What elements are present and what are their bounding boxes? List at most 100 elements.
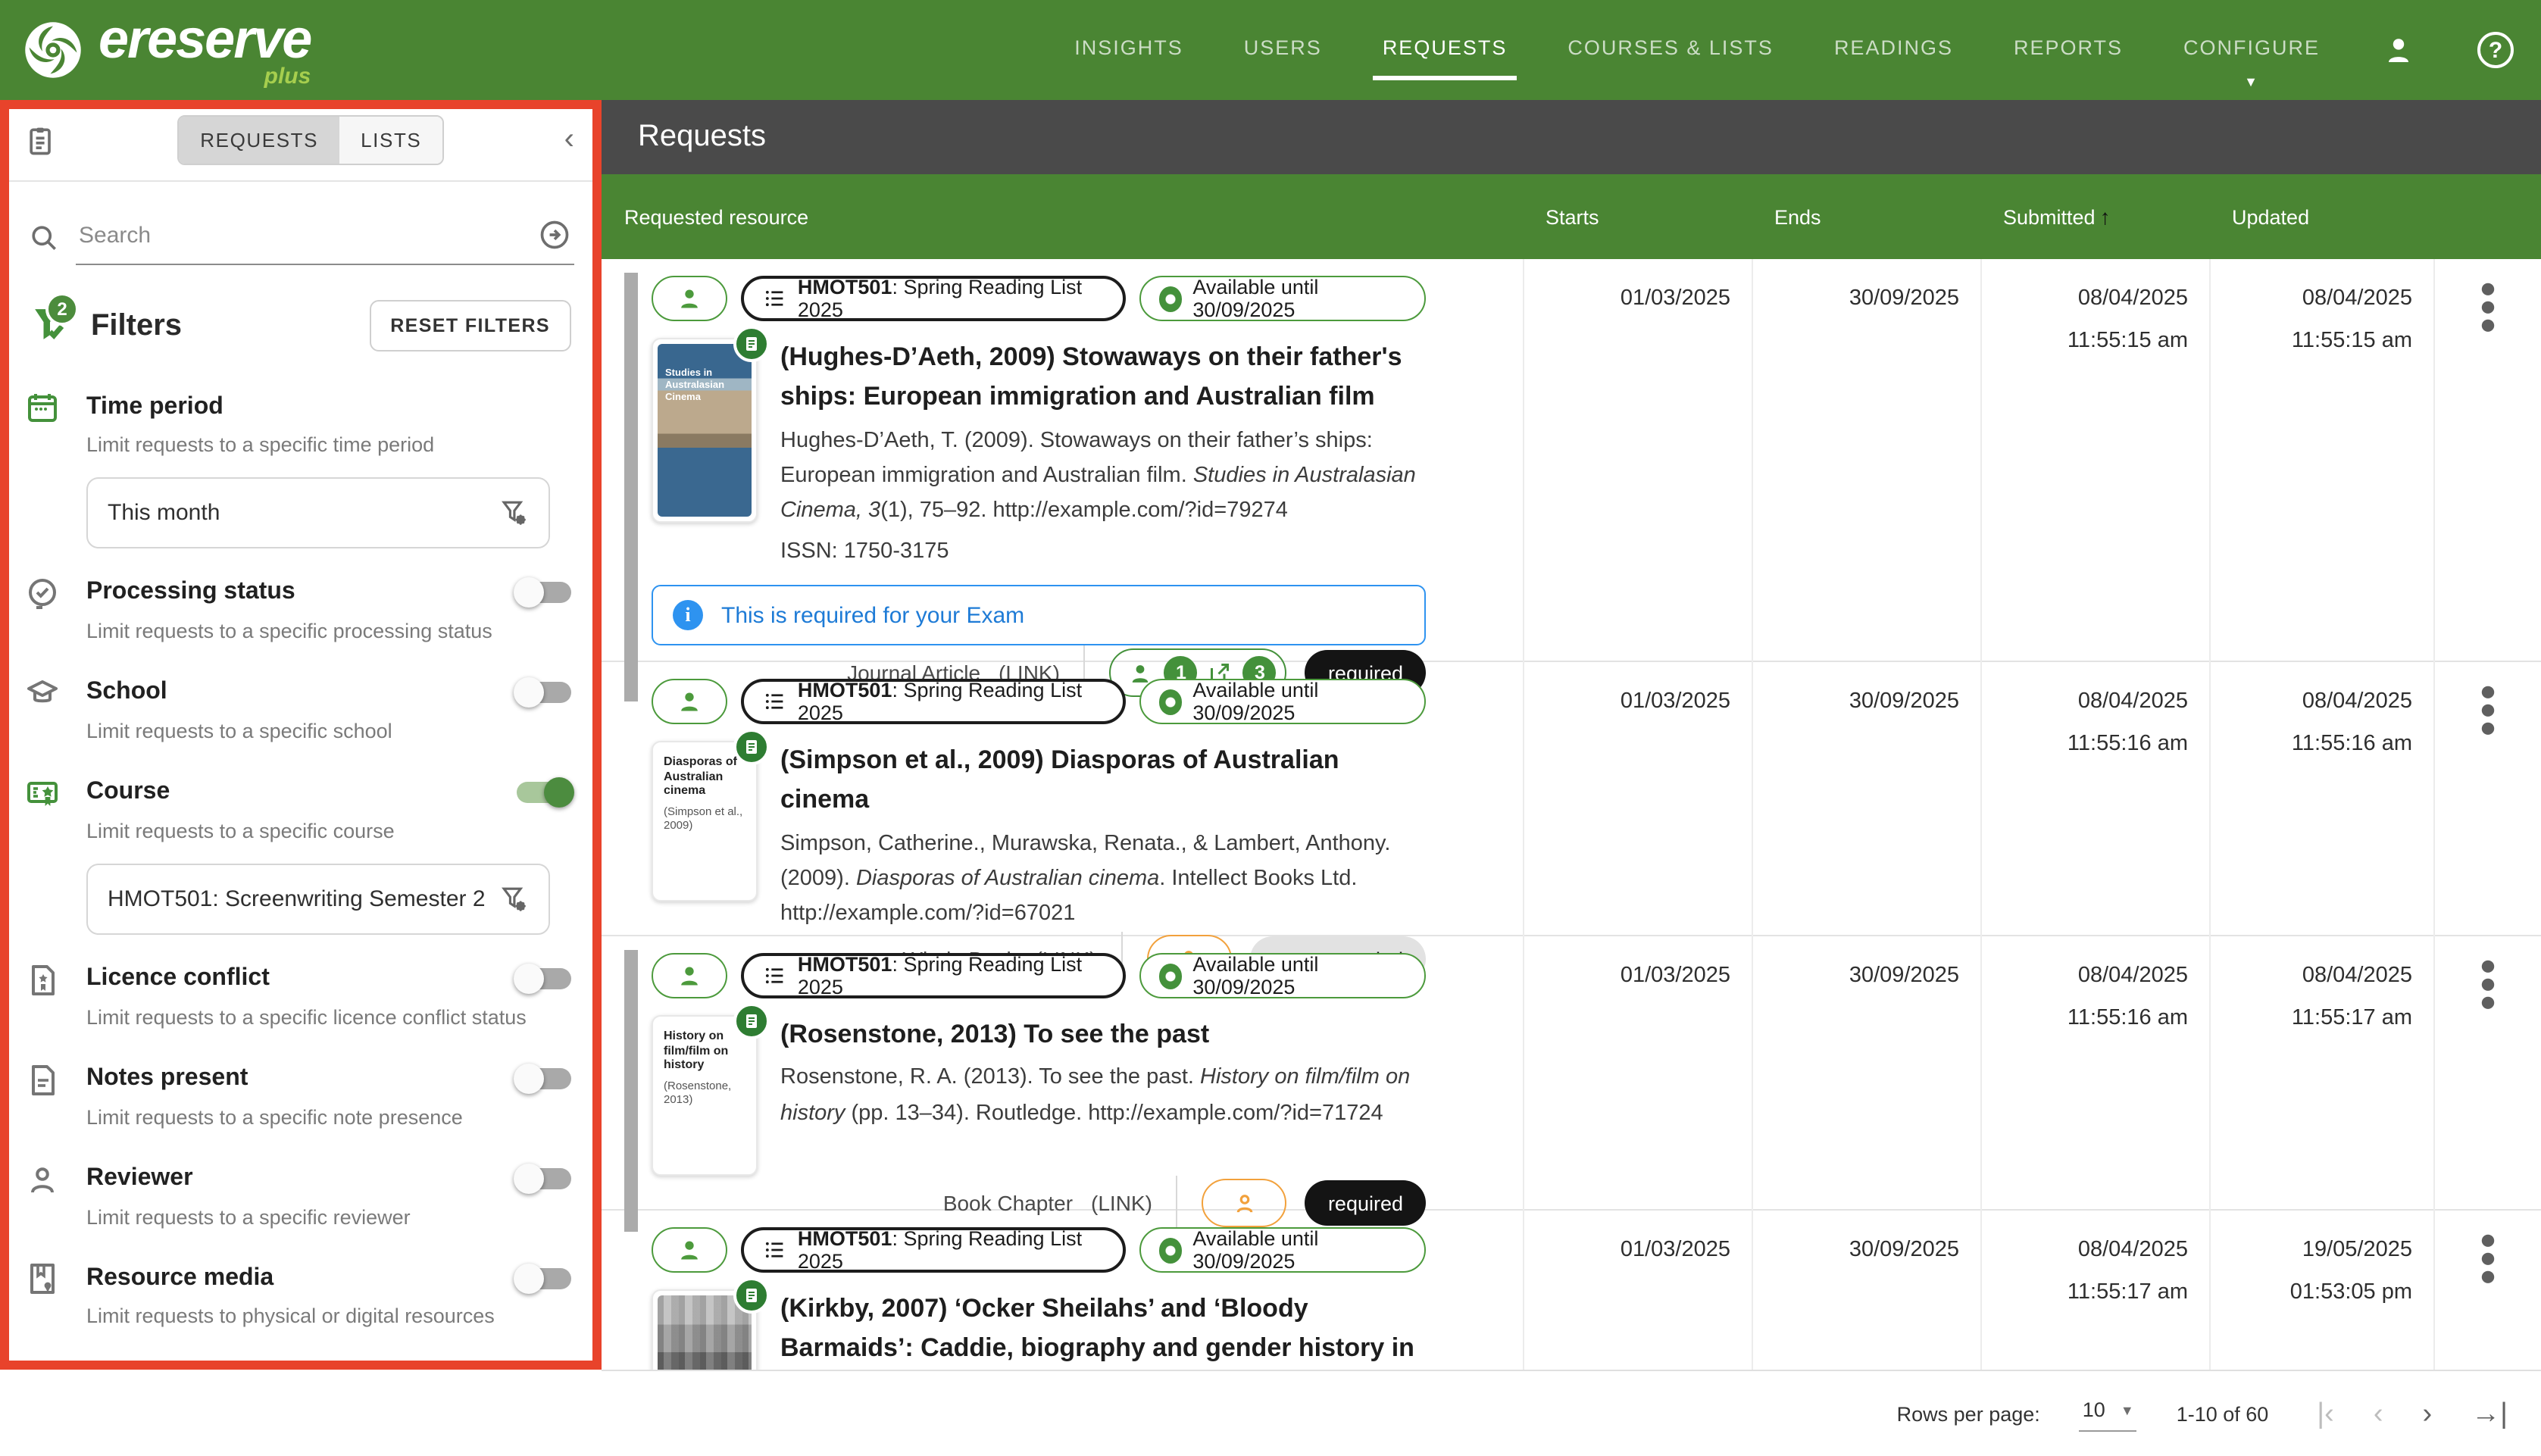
list-icon: [762, 285, 787, 312]
resource-title[interactable]: (Rosenstone, 2013) To see the past: [780, 1015, 1426, 1055]
row-menu-kebab-icon[interactable]: ⦁⦁⦁: [2473, 958, 2503, 1245]
course-toggle[interactable]: [517, 783, 571, 804]
tab-lists[interactable]: LISTS: [339, 117, 442, 164]
citation: Simpson, Catherine., Murawska, Renata., …: [780, 826, 1426, 932]
updated-cell: 19/05/202501:53:05 pm: [2209, 1211, 2433, 1370]
resource-media-toggle[interactable]: [517, 1268, 571, 1289]
availability-chip[interactable]: Available until 30/09/2025: [1139, 679, 1426, 724]
filters-count-badge: 2: [45, 292, 79, 326]
prev-page-icon[interactable]: ‹: [2374, 1399, 2383, 1428]
licence-conflict-toggle[interactable]: [517, 968, 571, 989]
time-period-select[interactable]: This month: [86, 477, 550, 548]
availability-chip[interactable]: Available until 30/09/2025: [1139, 276, 1426, 321]
nav-insights[interactable]: INSIGHTS: [1074, 20, 1183, 80]
reading-list-chip[interactable]: HMOT501: Spring Reading List 2025: [741, 953, 1125, 998]
first-page-icon[interactable]: |‹: [2317, 1399, 2334, 1428]
note-box: i This is required for your Exam: [652, 586, 1426, 646]
brand-name: ereserve: [98, 11, 311, 66]
resource-title[interactable]: (Kirkby, 2007) ‘Ocker Sheilahs’ and ‘Blo…: [780, 1289, 1426, 1370]
row-menu-kebab-icon[interactable]: ⦁⦁⦁: [2473, 280, 2503, 716]
row-status-bar: [624, 273, 638, 702]
search-input[interactable]: [79, 222, 526, 248]
course-select[interactable]: HMOT501: Screenwriting Semester 2: [86, 863, 550, 934]
reading-list-chip[interactable]: HMOT501: Spring Reading List 2025: [741, 679, 1125, 724]
filters-icon: 2: [24, 298, 85, 353]
collapse-sidebar-icon[interactable]: ‹: [564, 123, 577, 158]
col-starts[interactable]: Starts: [1523, 205, 1752, 228]
next-page-icon[interactable]: ›: [2422, 1399, 2432, 1428]
sort-ascending-icon: ↑: [2100, 205, 2111, 229]
search-icon: [27, 220, 61, 254]
app-window: ereserve plus INSIGHTS USERS REQUESTS CO…: [0, 0, 2541, 1456]
main-nav: INSIGHTS USERS REQUESTS COURSES & LISTS …: [1074, 20, 2541, 80]
reset-filters-button[interactable]: RESET FILTERS: [369, 300, 571, 352]
page-title: Requests: [638, 120, 766, 155]
rows-per-page-select[interactable]: 10 ▼: [2080, 1395, 2137, 1432]
request-row: HMOT501: Spring Reading List 2025 Availa…: [602, 662, 2541, 936]
filter-notes-present: Notes present Limit requests to a specif…: [0, 1060, 602, 1134]
availability-dot-icon: [1158, 963, 1182, 989]
filter-resource-media: Resource media Limit requests to physica…: [0, 1260, 602, 1334]
filters-title: Filters: [91, 308, 182, 343]
availability-dot-icon: [1158, 1237, 1182, 1263]
col-requested-resource[interactable]: Requested resource: [602, 205, 1523, 228]
nav-configure[interactable]: CONFIGURE▼: [2183, 20, 2320, 80]
account-icon[interactable]: [2380, 32, 2417, 68]
col-submitted[interactable]: Submitted↑: [1980, 205, 2209, 229]
resource-format-badge-icon: [733, 1277, 770, 1314]
request-row: HMOT501: Spring Reading List 2025 Availa…: [602, 259, 2541, 662]
resource-thumbnail[interactable]: Diasporas of Australian cinema(Simpson e…: [652, 741, 758, 901]
requester-chip[interactable]: [652, 679, 727, 724]
availability-dot-icon: [1158, 286, 1182, 311]
ends-cell: 30/09/2025: [1752, 1211, 1980, 1370]
resource-format-badge-icon: [733, 1003, 770, 1039]
reviewer-toggle[interactable]: [517, 1168, 571, 1189]
nav-readings[interactable]: READINGS: [1834, 20, 1953, 80]
filter-school: School Limit requests to a specific scho…: [0, 674, 602, 748]
availability-chip[interactable]: Available until 30/09/2025: [1139, 1227, 1426, 1273]
filter-reviewer: Reviewer Limit requests to a specific re…: [0, 1160, 602, 1234]
resource-title[interactable]: (Simpson et al., 2009) Diasporas of Aust…: [780, 741, 1426, 820]
resource-thumbnail[interactable]: History on film/film on history(Rosensto…: [652, 1015, 758, 1176]
notes-present-toggle[interactable]: [517, 1068, 571, 1089]
sidebar-mode-tabs: REQUESTS LISTS: [177, 115, 444, 165]
col-updated[interactable]: Updated: [2209, 205, 2433, 228]
person-icon: [674, 686, 705, 717]
requests-panel: Requests Requested resource Starts Ends …: [602, 100, 2541, 1456]
citation: Hughes-D’Aeth, T. (2009). Stowaways on t…: [780, 423, 1426, 529]
nav-users[interactable]: USERS: [1244, 20, 1322, 80]
school-toggle[interactable]: [517, 683, 571, 704]
starts-cell: 01/03/2025: [1523, 1211, 1752, 1370]
starts-cell: 01/03/2025: [1523, 259, 1752, 716]
person-icon: [674, 1235, 705, 1265]
nav-courses-lists[interactable]: COURSES & LISTS: [1567, 20, 1774, 80]
licence-conflict-icon: [24, 961, 61, 998]
note-text: This is required for your Exam: [721, 603, 1024, 629]
processing-status-icon: [24, 576, 61, 612]
reading-list-chip[interactable]: HMOT501: Spring Reading List 2025: [741, 1227, 1125, 1273]
tab-requests[interactable]: REQUESTS: [179, 117, 339, 164]
resource-title[interactable]: (Hughes-D’Aeth, 2009) Stowaways on their…: [780, 338, 1426, 417]
filter-time-period: Time period Limit requests to a specific…: [0, 388, 602, 548]
reading-list-chip[interactable]: HMOT501: Spring Reading List 2025: [741, 276, 1125, 321]
last-page-icon[interactable]: →|: [2471, 1399, 2508, 1428]
nav-requests[interactable]: REQUESTS: [1383, 20, 1508, 80]
processing-status-toggle[interactable]: [517, 583, 571, 604]
availability-chip[interactable]: Available until 30/09/2025: [1139, 953, 1426, 998]
list-icon: [762, 962, 787, 989]
ends-cell: 30/09/2025: [1752, 259, 1980, 716]
course-icon: [24, 776, 61, 812]
requester-chip[interactable]: [652, 953, 727, 998]
brand-logo[interactable]: ereserve plus: [0, 11, 311, 89]
nav-reports[interactable]: REPORTS: [2014, 20, 2123, 80]
requester-chip[interactable]: [652, 276, 727, 321]
help-icon[interactable]: ?: [2477, 32, 2514, 68]
requester-chip[interactable]: [652, 1227, 727, 1273]
submitted-cell: 08/04/202511:55:16 am: [1980, 936, 2209, 1245]
row-menu-kebab-icon[interactable]: ⦁⦁⦁: [2473, 1232, 2503, 1370]
resource-format-badge-icon: [733, 326, 770, 362]
resource-thumbnail[interactable]: [652, 1289, 758, 1370]
search-submit-icon[interactable]: [538, 218, 571, 252]
col-ends[interactable]: Ends: [1752, 205, 1980, 228]
resource-thumbnail[interactable]: Studies in Australasian Cinema: [652, 338, 758, 523]
